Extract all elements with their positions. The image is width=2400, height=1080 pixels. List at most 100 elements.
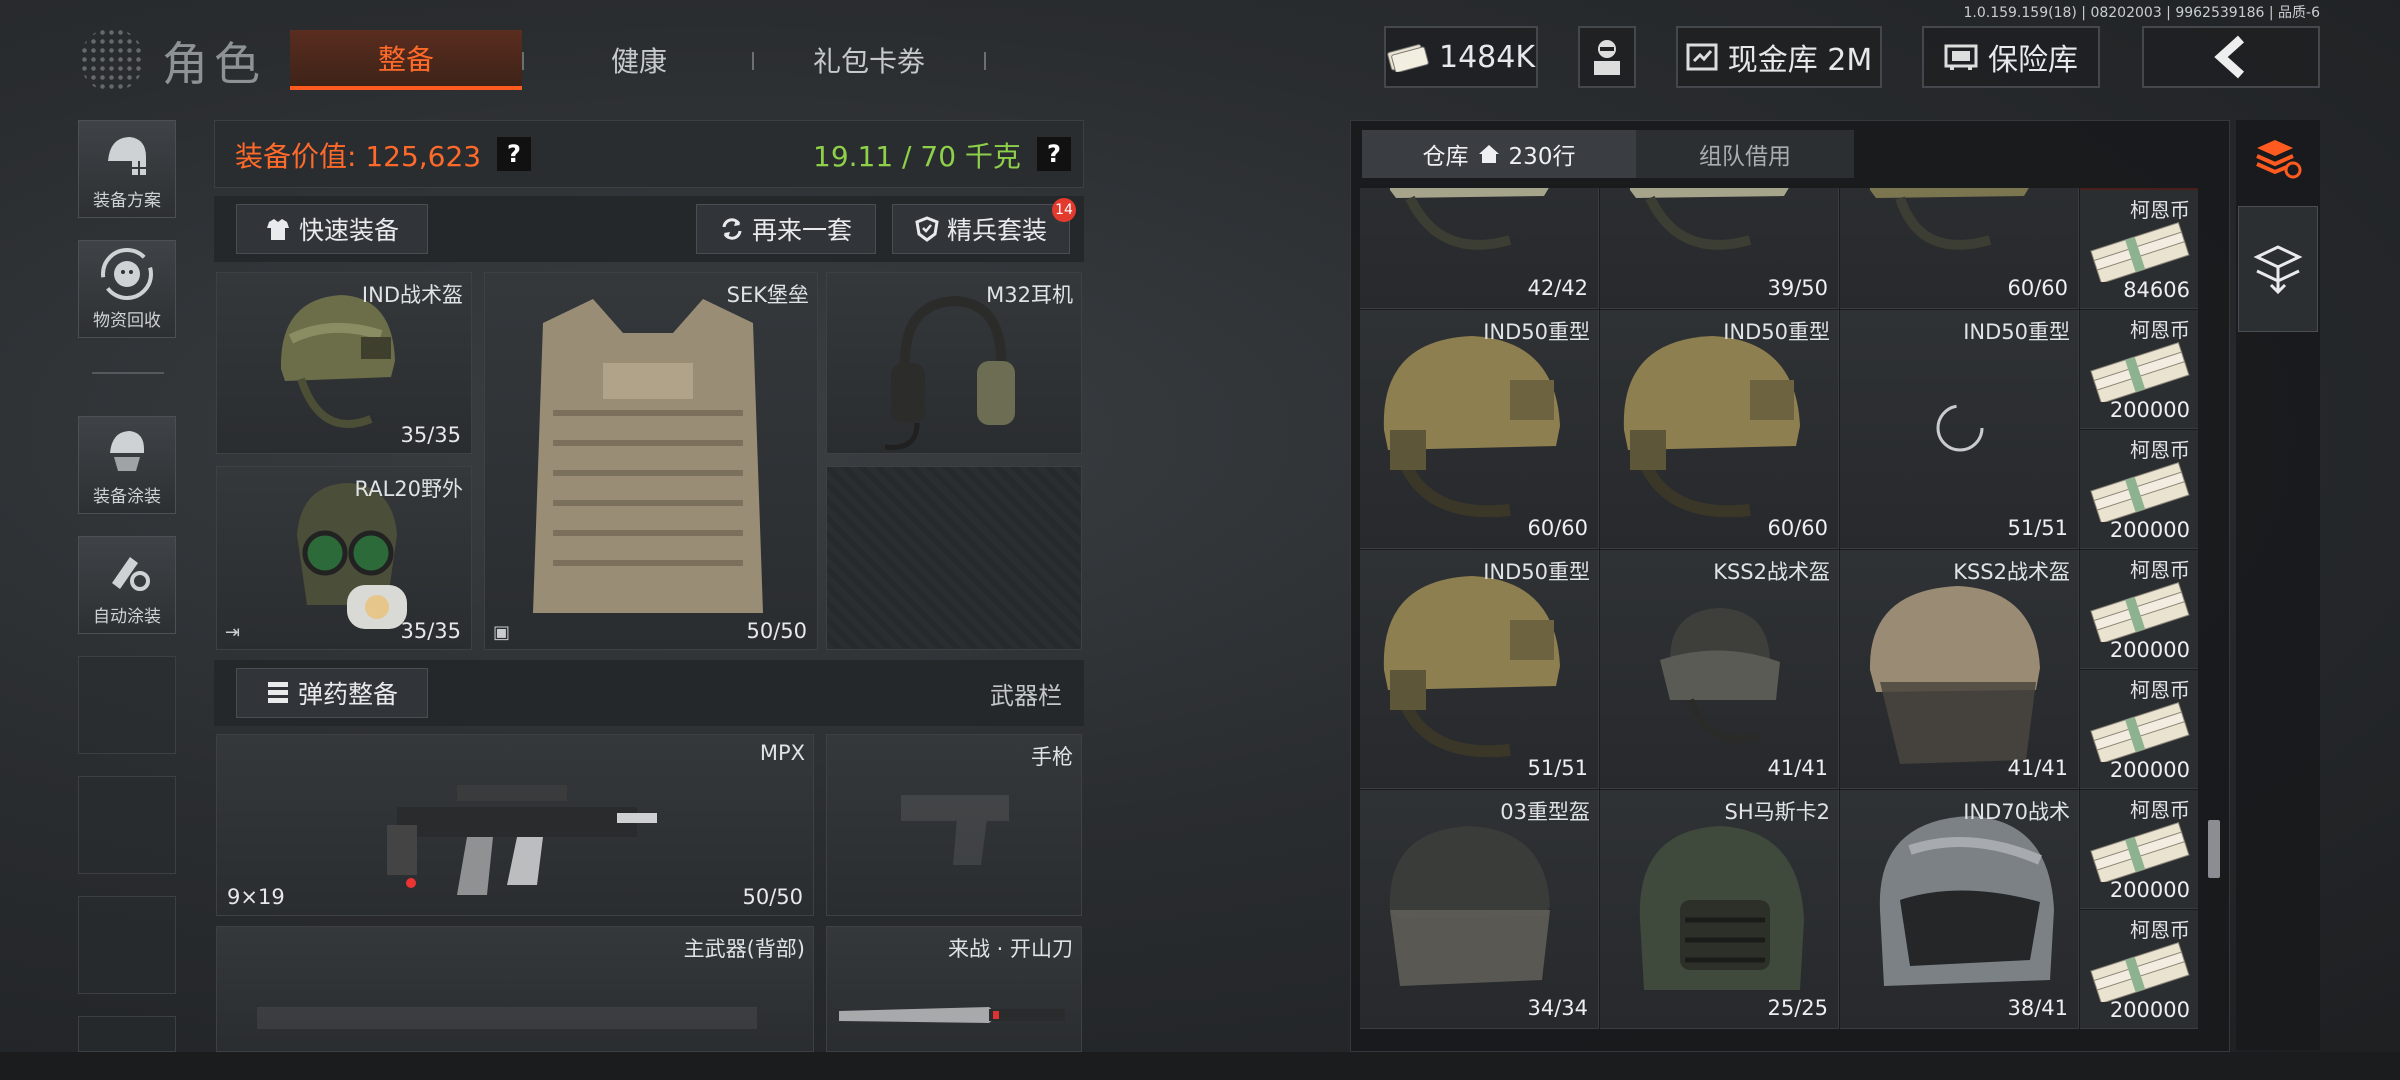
warehouse-item[interactable]: IND70战术 38/41 <box>1840 790 2079 1029</box>
sidebar-item-equip-plan[interactable]: 装备方案 <box>78 120 176 218</box>
sidebar-empty-slot <box>78 656 176 754</box>
tab-team-borrow[interactable]: 组队借用 <box>1640 130 1850 178</box>
item-durability: 42/42 <box>1527 276 1588 300</box>
sidebar-item-recycle[interactable]: 物资回收 <box>78 240 176 338</box>
right-toolbar <box>2236 120 2320 1050</box>
currency-display[interactable]: 1484K <box>1384 26 1538 88</box>
back-button[interactable] <box>2142 26 2320 88</box>
warehouse-item[interactable]: IND50重型 51/51 <box>1360 550 1599 789</box>
tab-divider <box>984 52 986 70</box>
mask-slot[interactable]: RAL20野外 35/35 ⇥ <box>216 466 472 650</box>
warehouse-item[interactable]: SH马斯卡2 25/25 <box>1600 790 1839 1029</box>
tab-divider <box>752 52 754 70</box>
warehouse-item[interactable]: IND50重型 60/60 <box>1360 310 1599 549</box>
warehouse-item[interactable]: IND50重型 51/51 <box>1840 310 2079 549</box>
warehouse-item[interactable]: 03重型盔 34/34 <box>1360 790 1599 1029</box>
warehouse-grid: 42/42 39/50 60/60 IND50重型 60/60 IND50重型 60/60 I… <box>1360 188 2202 1050</box>
slot-name: M32耳机 <box>986 283 1073 307</box>
slot-durability: 35/35 <box>400 619 461 643</box>
warehouse-item[interactable]: KSS2战术盔 41/41 <box>1840 550 2079 789</box>
help-icon[interactable]: ? <box>497 137 531 171</box>
quick-equip-label: 快速装备 <box>298 216 399 245</box>
back-weapon-slot[interactable]: 主武器(背部) <box>216 926 814 1052</box>
equipment-value: 装备价值: 125,623 <box>235 140 482 173</box>
ammo-button[interactable]: 弹药整备 <box>236 668 428 718</box>
rows-count: 230行 <box>1508 144 1576 170</box>
shirt-icon <box>266 219 289 240</box>
sidebar-label: 装备方案 <box>93 191 161 211</box>
tab-gift[interactable]: 礼包卡劵 <box>760 30 978 90</box>
refresh-icon <box>722 218 742 240</box>
item-durability: 60/60 <box>1527 516 1588 540</box>
cash-vault-button[interactable]: 现金库 2M <box>1676 26 1882 88</box>
safe-icon <box>1944 44 1978 70</box>
tab-health[interactable]: 健康 <box>530 30 748 90</box>
headset-slot[interactable]: M32耳机 <box>826 272 1082 454</box>
version-text: 1.0.159.159(18) | 08202003 | 9962539186 … <box>1963 5 2321 21</box>
bottom-strip <box>0 1052 2400 1080</box>
cash-item[interactable]: 柯恩币 200000 <box>2080 910 2198 1029</box>
weight-value: 19.11 / 70 千克 <box>813 140 1021 173</box>
slot-durability: 50/50 <box>746 619 807 643</box>
cash-item[interactable]: 柯恩币 200000 <box>2080 550 2198 669</box>
tab-equip[interactable]: 整备 <box>290 30 522 90</box>
item-name: IND50重型 <box>1963 320 2070 344</box>
cash-item[interactable]: 柯恩币 200000 <box>2080 310 2198 429</box>
quick-equip-button[interactable]: 快速装备 <box>236 204 428 254</box>
warehouse-tabs: 仓库 230行 组队借用 <box>1362 130 1854 178</box>
cash-item[interactable]: 柯恩币 200000 <box>2080 790 2198 909</box>
insurance-button[interactable]: 保险库 <box>1922 26 2100 88</box>
stack-button[interactable] <box>2244 124 2312 192</box>
warehouse-item[interactable]: IND50重型 60/60 <box>1600 310 1839 549</box>
armor-slot[interactable]: SEK堡垒 50/50 ▣ <box>484 272 818 650</box>
slot-name: RAL20野外 <box>354 477 463 501</box>
helmet-slot[interactable]: IND战术盔 35/35 <box>216 272 472 454</box>
sidebar-empty-slot <box>78 896 176 994</box>
primary-weapon-slot[interactable]: MPX 50/50 9×19 <box>216 734 814 916</box>
insurance-label: 保险库 <box>1988 43 2078 78</box>
page-title: 角色 <box>162 37 266 91</box>
smg-icon <box>387 785 657 895</box>
paint-icon <box>110 430 144 471</box>
ammo-icon <box>267 682 288 703</box>
equipment-summary-bar: 装备价值: 125,623 ? 19.11 / 70 千克 ? <box>214 120 1084 188</box>
tab-storage[interactable]: 仓库 230行 <box>1362 130 1636 178</box>
slot-durability: 35/35 <box>400 423 461 447</box>
cash-item[interactable]: 柯恩币 200000 <box>2080 430 2198 549</box>
help-icon[interactable]: ? <box>1037 137 1071 171</box>
item-name: IND50重型 <box>1483 320 1590 344</box>
cube-icon: ▣ <box>493 622 511 643</box>
pistol-slot[interactable]: 手枪 <box>826 734 1082 916</box>
slot-name: 主武器(背部) <box>683 937 805 961</box>
item-name: IND70战术 <box>1963 800 2070 824</box>
again-button[interactable]: 再来一套 <box>696 204 876 254</box>
warehouse-item[interactable]: 60/60 <box>1840 188 2079 309</box>
warehouse-item[interactable]: KSS2战术盔 41/41 <box>1600 550 1839 789</box>
cash-item[interactable]: 柯恩币 84606 <box>2080 190 2198 309</box>
game-logo <box>80 22 160 92</box>
empty-gear-slot[interactable] <box>826 466 1082 650</box>
notification-badge: 14 <box>1052 198 1076 222</box>
auto-paint-icon <box>112 556 150 591</box>
support-button[interactable] <box>1578 26 1636 88</box>
cash-amount: 200000 <box>2109 398 2190 422</box>
organize-button[interactable] <box>2238 206 2318 332</box>
item-durability: 41/41 <box>1767 756 1828 780</box>
warehouse-item[interactable]: 42/42 <box>1360 188 1599 309</box>
sidebar-item-paint[interactable]: 装备涂装 <box>78 416 176 514</box>
sidebar-divider <box>92 372 164 374</box>
elite-set-button[interactable]: 精兵套装 <box>892 204 1070 254</box>
unequip-icon[interactable]: ⇥ <box>225 622 240 643</box>
again-label: 再来一套 <box>751 216 852 245</box>
sidebar-label: 物资回收 <box>93 311 161 331</box>
shield-icon <box>915 216 939 242</box>
warehouse-item[interactable]: 39/50 <box>1600 188 1839 309</box>
scrollbar-thumb[interactable] <box>2208 820 2220 878</box>
item-durability: 38/41 <box>2007 996 2068 1020</box>
sidebar-empty-slot <box>78 776 176 874</box>
sidebar-empty-slot <box>78 1016 176 1052</box>
home-icon <box>1478 145 1499 163</box>
cash-item[interactable]: 柯恩币 200000 <box>2080 670 2198 789</box>
sidebar-item-auto-paint[interactable]: 自动涂装 <box>78 536 176 634</box>
melee-slot[interactable]: 来战 · 开山刀 <box>826 926 1082 1052</box>
